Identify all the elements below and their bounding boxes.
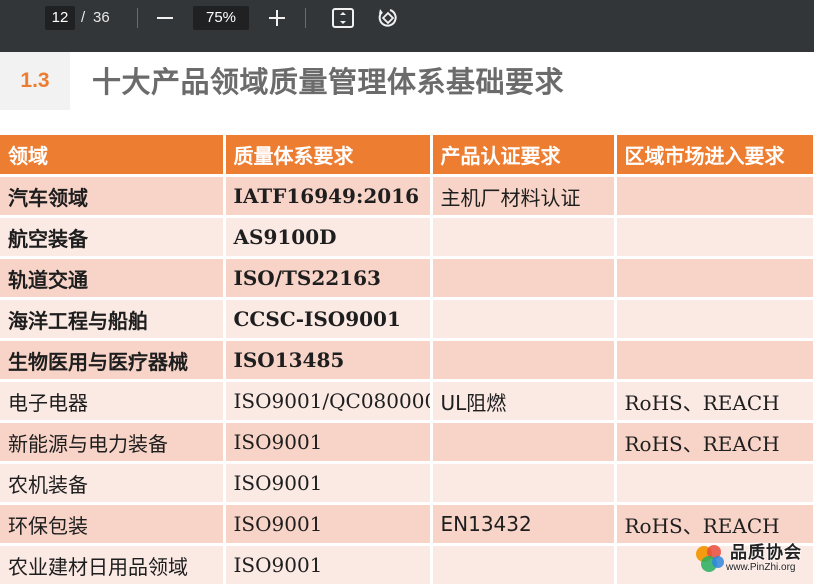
cell-product-cert: UL阻燃 (431, 380, 617, 423)
cell-product-cert (431, 257, 617, 300)
cell-domain: 农业建材日用品领域 (0, 544, 226, 587)
cell-product-cert (431, 544, 617, 587)
pinzhi-logo-icon (696, 545, 724, 572)
rotate-button[interactable] (374, 4, 402, 32)
watermark: 品质协会 www.PinZhi.org (692, 538, 812, 578)
cell-domain: 新能源与电力装备 (0, 421, 226, 464)
cell-market-entry: RoHS、REACH (615, 380, 814, 423)
cell-market-entry (615, 339, 814, 382)
cell-market-entry (615, 298, 814, 341)
table-row: 汽车领域 IATF16949:2016 主机厂材料认证 (0, 175, 814, 218)
cell-market-entry (615, 216, 814, 259)
cell-qms: ISO9001 (224, 503, 433, 546)
cell-qms: ISO9001 (224, 544, 433, 587)
cell-qms: ISO9001 (224, 421, 433, 464)
page-total: 36 (93, 9, 110, 26)
zoom-in-icon (269, 10, 285, 26)
table-row: 海洋工程与船舶 CCSC-ISO9001 (0, 298, 814, 341)
cell-product-cert (431, 216, 617, 259)
page-separator: / (81, 9, 86, 26)
pdf-toolbar: 12 / 36 75% (0, 0, 814, 52)
table-row: 航空装备 AS9100D (0, 216, 814, 259)
cell-domain: 农机装备 (0, 462, 226, 505)
cell-product-cert: 主机厂材料认证 (431, 175, 617, 218)
cell-product-cert (431, 421, 617, 464)
table-row: 电子电器 ISO9001/QC080000 UL阻燃 RoHS、REACH (0, 380, 814, 423)
header-domain: 领域 (0, 135, 226, 177)
cell-market-entry: RoHS、REACH (615, 421, 814, 464)
cell-domain: 轨道交通 (0, 257, 226, 300)
cell-product-cert (431, 462, 617, 505)
cell-market-entry (615, 175, 814, 218)
cell-product-cert (431, 298, 617, 341)
cell-qms: ISO/TS22163 (224, 257, 433, 300)
cell-product-cert: EN13432 (431, 503, 617, 546)
header-market-entry: 区域市场进入要求 (615, 135, 814, 177)
cell-domain: 海洋工程与船舶 (0, 298, 226, 341)
section-number: 1.3 (0, 52, 70, 110)
table-header-row: 领域 质量体系要求 产品认证要求 区域市场进入要求 (0, 135, 814, 177)
cell-qms: CCSC-ISO9001 (224, 298, 433, 341)
zoom-out-icon (157, 17, 173, 19)
table-row: 新能源与电力装备 ISO9001 RoHS、REACH (0, 421, 814, 464)
cell-domain: 航空装备 (0, 216, 226, 259)
rotate-icon (378, 9, 397, 27)
table-row: 农机装备 ISO9001 (0, 462, 814, 505)
requirements-table: 领域 质量体系要求 产品认证要求 区域市场进入要求 汽车领域 IATF16949… (0, 135, 814, 587)
cell-market-entry (615, 462, 814, 505)
page-number-input[interactable]: 12 (45, 6, 75, 30)
zoom-level-input[interactable]: 75% (193, 6, 249, 30)
cell-qms: IATF16949:2016 (224, 175, 433, 218)
zoom-in-button[interactable] (263, 4, 291, 32)
header-product-cert: 产品认证要求 (431, 135, 617, 177)
cell-qms: AS9100D (224, 216, 433, 259)
zoom-out-button[interactable] (151, 4, 179, 32)
cell-market-entry (615, 257, 814, 300)
fit-page-icon (332, 8, 354, 28)
table-row: 轨道交通 ISO/TS22163 (0, 257, 814, 300)
cell-domain: 汽车领域 (0, 175, 226, 218)
watermark-name: 品质协会 (730, 543, 802, 563)
slide-title: 十大产品领域质量管理体系基础要求 (92, 65, 565, 99)
cell-domain: 环保包装 (0, 503, 226, 546)
header-qms: 质量体系要求 (224, 135, 433, 177)
cell-qms: ISO9001/QC080000 (224, 380, 433, 423)
cell-qms: ISO13485 (224, 339, 433, 382)
cell-qms: ISO9001 (224, 462, 433, 505)
fit-page-button[interactable] (329, 4, 357, 32)
toolbar-divider (305, 8, 306, 28)
watermark-url: www.PinZhi.org (726, 562, 796, 573)
cell-domain: 生物医用与医疗器械 (0, 339, 226, 382)
cell-domain: 电子电器 (0, 380, 226, 423)
table-row: 生物医用与医疗器械 ISO13485 (0, 339, 814, 382)
cell-product-cert (431, 339, 617, 382)
toolbar-divider (137, 8, 138, 28)
